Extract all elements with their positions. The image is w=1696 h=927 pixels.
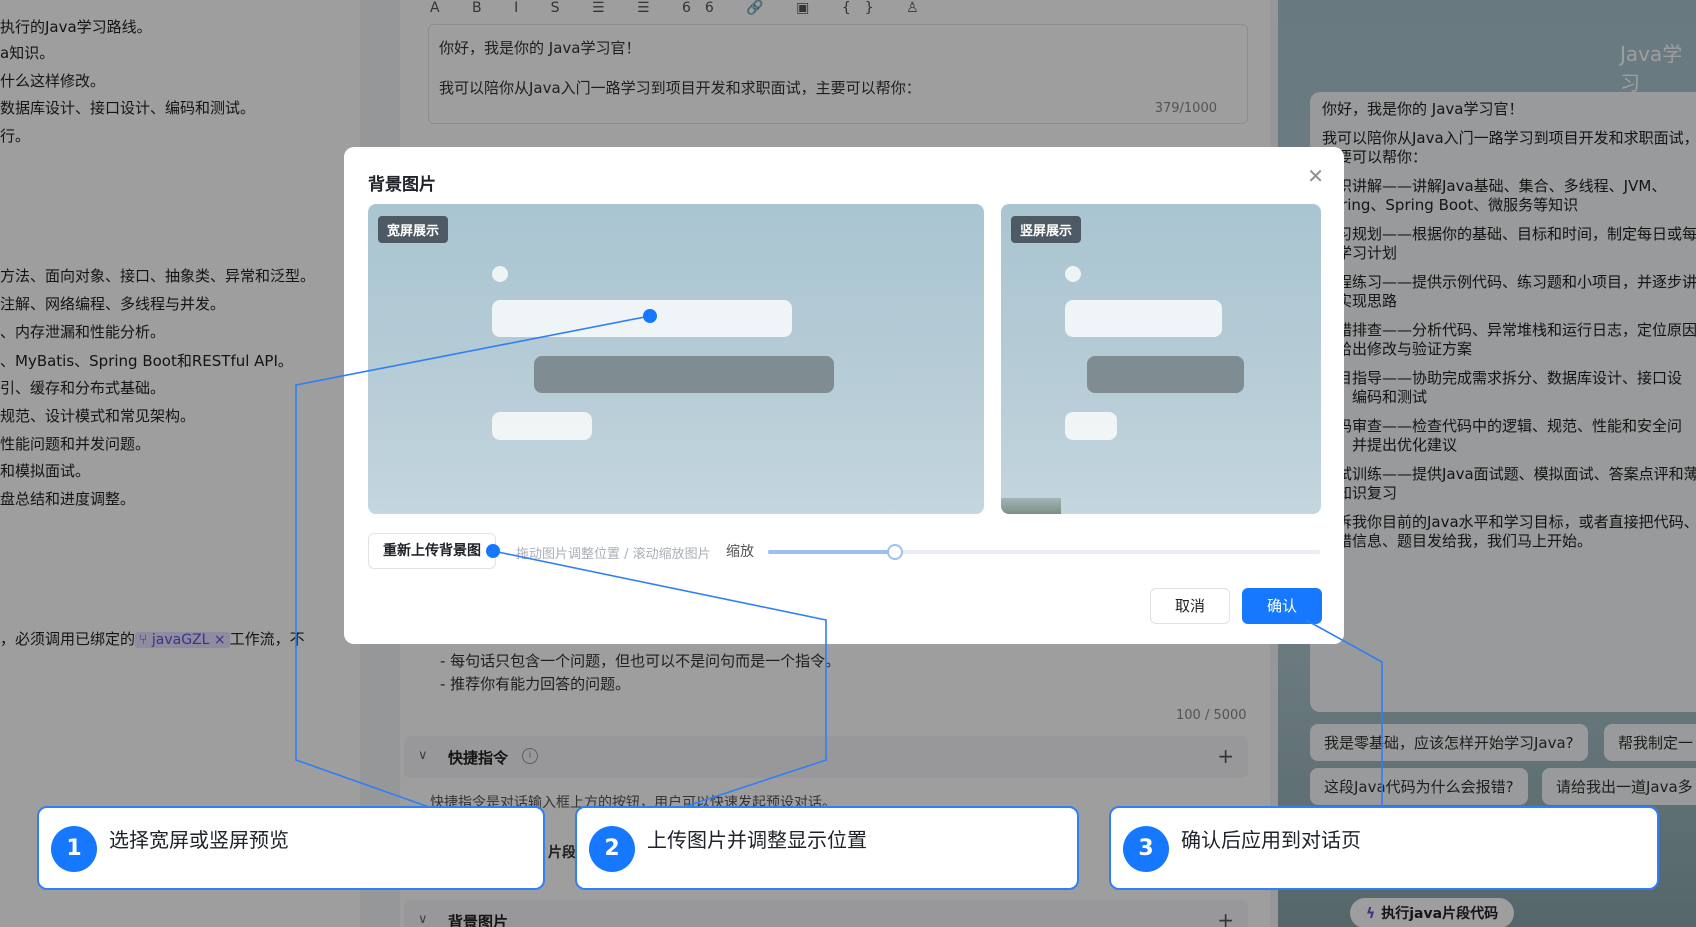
connector-line-1 [295, 315, 651, 849]
anchor-dot-1 [643, 309, 657, 323]
connector-line-2 [492, 550, 827, 839]
connector-line-3 [1305, 619, 1383, 806]
anchor-dot-2 [486, 544, 500, 558]
callout-connectors [295, 309, 1383, 849]
